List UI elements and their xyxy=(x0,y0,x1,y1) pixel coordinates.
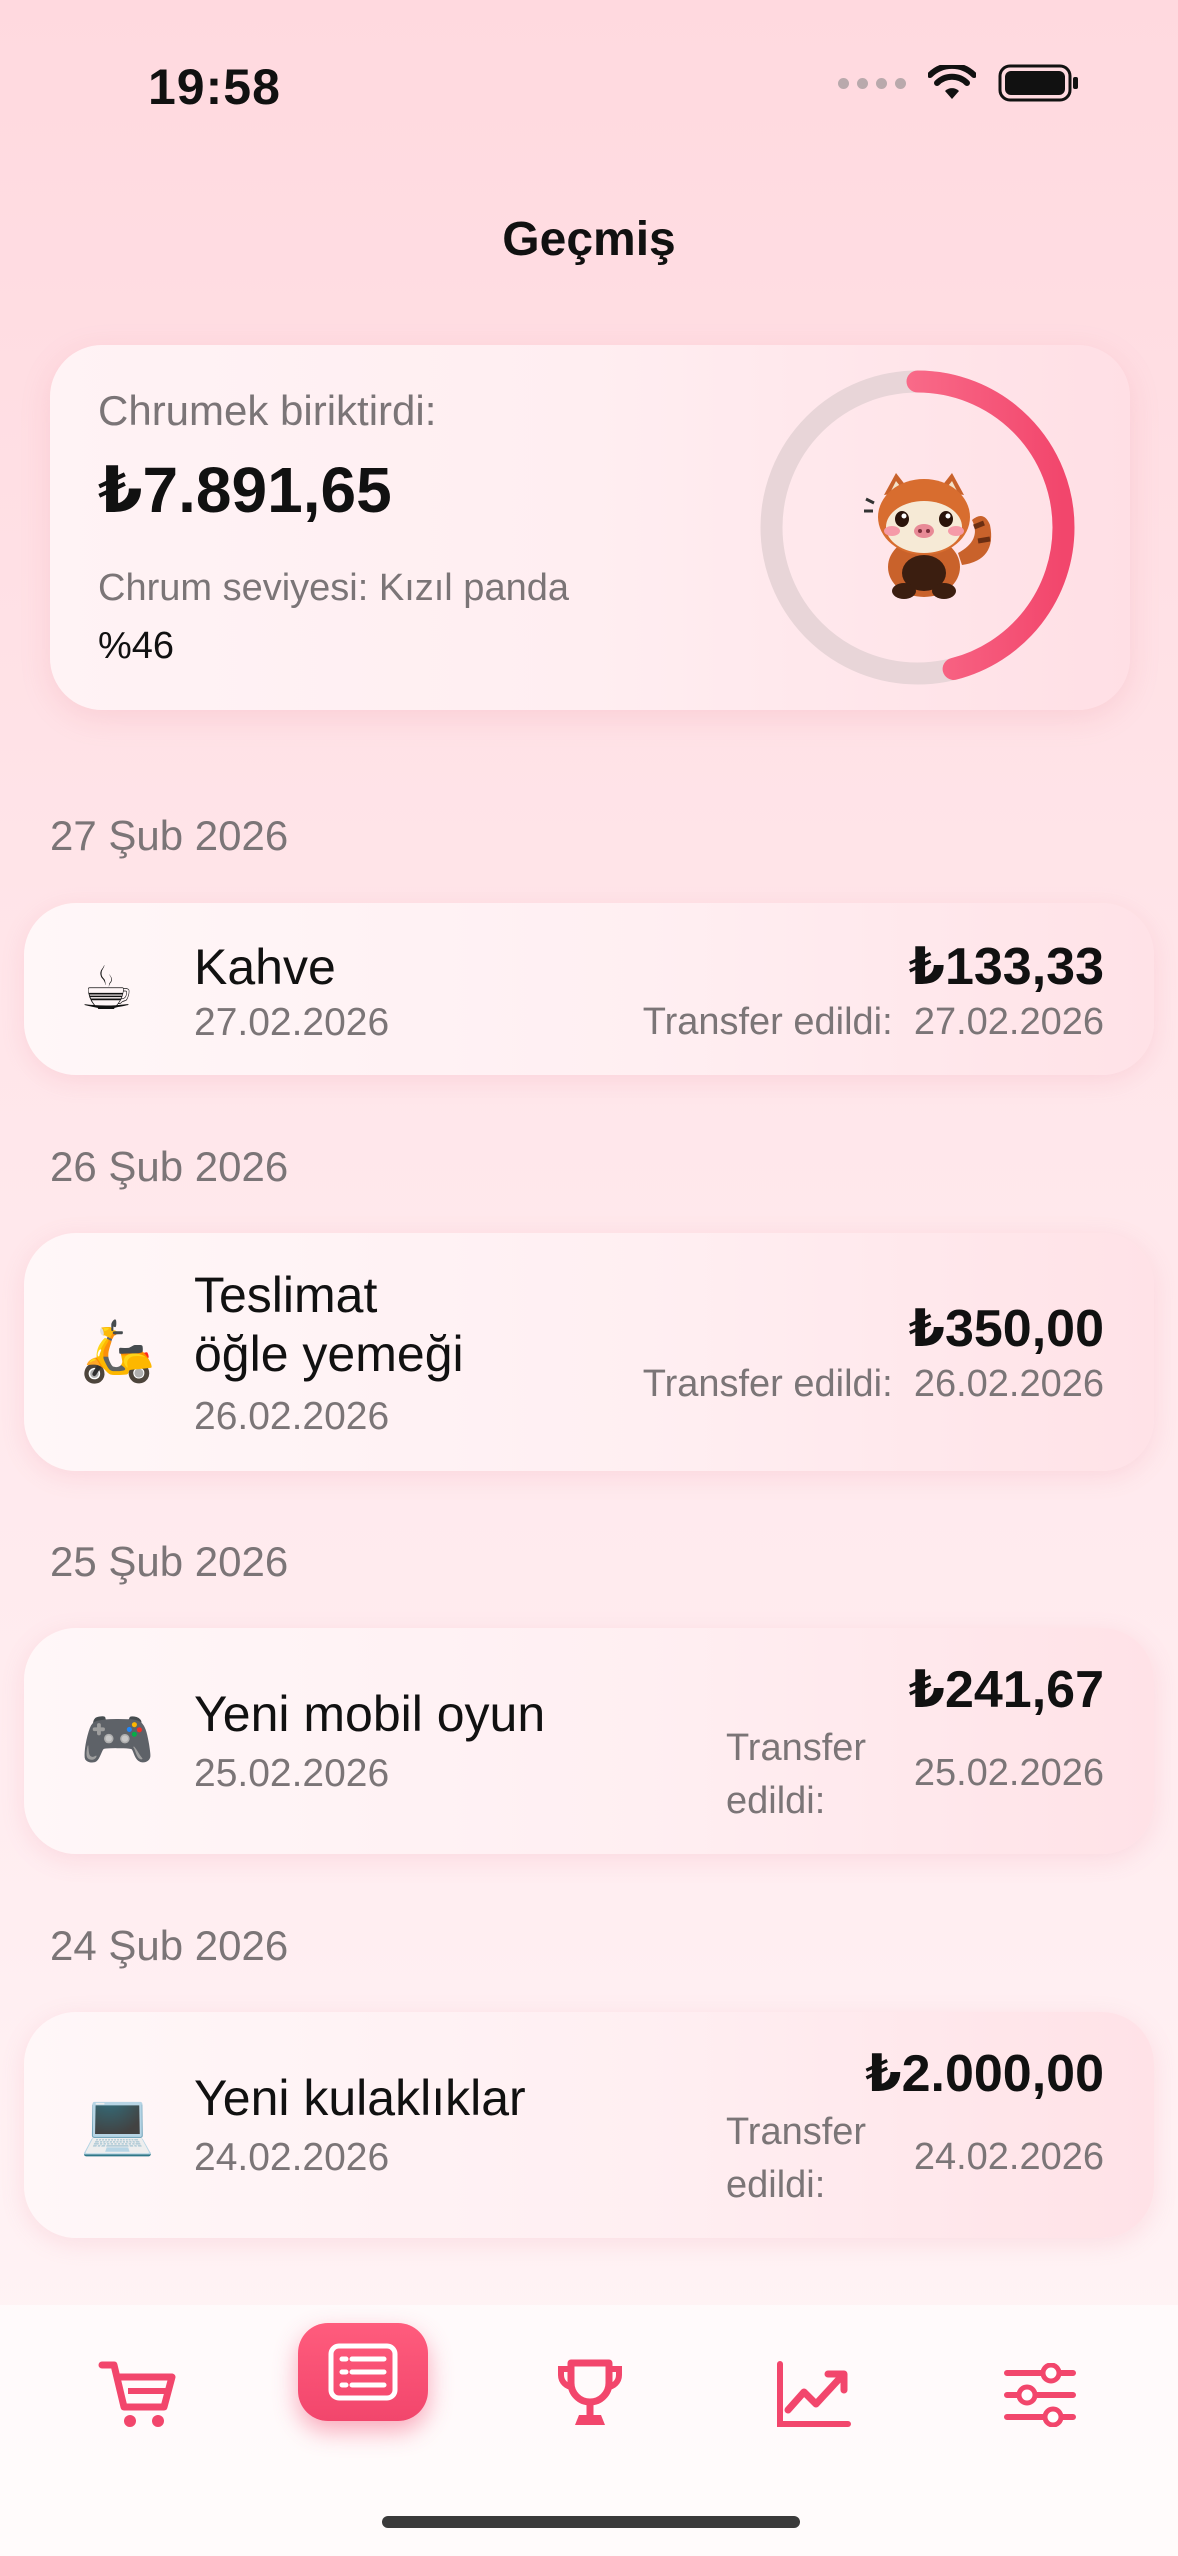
transaction-card[interactable]: 💻 Yeni kulaklıklar 24.02.2026 ₺2.000,00 … xyxy=(24,2012,1154,2238)
tab-history[interactable] xyxy=(298,2323,428,2421)
status-time: 19:58 xyxy=(148,59,281,115)
laptop-icon: 💻 xyxy=(80,2089,155,2159)
transaction-card[interactable]: ☕ Kahve 27.02.2026 ₺133,33 Transfer edil… xyxy=(24,903,1154,1075)
settings-sliders-icon xyxy=(1004,2363,1076,2427)
battery-icon xyxy=(998,64,1078,102)
transfer-label: Transfer edildi: xyxy=(726,2106,866,2212)
transaction-title: Yeni mobil oyun xyxy=(194,1686,546,1742)
transfer-label-line1: Transfer xyxy=(726,2111,867,2153)
transaction-date: 24.02.2026 xyxy=(194,2136,390,2179)
history-icon xyxy=(328,2343,398,2401)
trophy-icon xyxy=(558,2359,622,2425)
wifi-icon xyxy=(928,65,976,99)
transaction-title: Kahve xyxy=(194,939,336,995)
savings-label: Chrumek biriktirdi: xyxy=(98,387,437,434)
transfer-label-line2: edildi: xyxy=(726,2164,826,2207)
chart-icon xyxy=(777,2361,851,2427)
transfer-label-line2: edildi: xyxy=(726,1780,826,1823)
transaction-card[interactable]: 🎮 Yeni mobil oyun 25.02.2026 ₺241,67 Tra… xyxy=(24,1628,1154,1854)
transaction-amount: ₺133,33 xyxy=(908,938,1104,996)
transfer-info: Transfer edildi: 27.02.2026 xyxy=(643,1001,1104,1044)
tab-achievements[interactable] xyxy=(540,2345,640,2445)
date-header: 25 Şub 2026 xyxy=(50,1538,289,1585)
status-bar: 19:58 xyxy=(0,0,1178,160)
status-icons xyxy=(838,64,1080,102)
date-header: 27 Şub 2026 xyxy=(50,812,289,859)
scooter-icon: 🛵 xyxy=(80,1316,155,1386)
transaction-amount: ₺350,00 xyxy=(908,1300,1104,1358)
tab-shop[interactable] xyxy=(88,2345,188,2445)
level-text: Chrum seviyesi: Kızıl panda xyxy=(98,567,569,609)
savings-summary-card: Chrumek biriktirdi: ₺7.891,65 Chrum sevi… xyxy=(50,345,1130,710)
savings-amount: ₺7.891,65 xyxy=(98,454,392,526)
home-indicator xyxy=(382,2516,800,2528)
transaction-date: 27.02.2026 xyxy=(194,1001,390,1044)
transfer-date: 27.02.2026 xyxy=(913,1001,1104,1043)
progress-percent: %46 xyxy=(98,625,175,667)
transfer-label-line1: Transfer xyxy=(726,1727,867,1769)
transaction-title-line2: öğle yemeği xyxy=(194,1326,464,1382)
tab-stats[interactable] xyxy=(764,2345,864,2445)
transaction-date: 26.02.2026 xyxy=(194,1395,390,1438)
signal-dots-icon xyxy=(838,77,906,89)
transfer-date: 24.02.2026 xyxy=(913,2136,1104,2178)
page-title: Geçmiş xyxy=(502,213,676,266)
gamepad-icon: 🎮 xyxy=(80,1705,155,1775)
transaction-card[interactable]: 🛵 Teslimat öğle yemeği 26.02.2026 ₺350,0… xyxy=(24,1233,1154,1471)
transaction-title: Yeni kulaklıklar xyxy=(194,2070,526,2126)
transaction-amount: ₺241,67 xyxy=(908,1661,1104,1719)
transfer-date: 26.02.2026 xyxy=(913,1363,1104,1405)
tab-settings[interactable] xyxy=(990,2345,1090,2445)
transfer-label: Transfer edildi: xyxy=(642,1363,893,1405)
transfer-info: Transfer edildi: 26.02.2026 xyxy=(643,1363,1104,1406)
transaction-title-line1: Teslimat xyxy=(194,1267,378,1323)
transfer-label: Transfer edildi: xyxy=(726,1722,866,1828)
date-header: 26 Şub 2026 xyxy=(50,1143,289,1190)
transfer-date: 25.02.2026 xyxy=(913,1752,1104,1794)
coffee-icon: ☕ xyxy=(80,954,134,1024)
transaction-amount: ₺2.000,00 xyxy=(865,2045,1104,2103)
date-header: 24 Şub 2026 xyxy=(50,1922,289,1969)
transaction-date: 25.02.2026 xyxy=(194,1752,390,1795)
red-panda-mascot-icon xyxy=(864,473,992,599)
cart-icon xyxy=(98,2361,176,2427)
transfer-label: Transfer edildi: xyxy=(642,1001,893,1043)
